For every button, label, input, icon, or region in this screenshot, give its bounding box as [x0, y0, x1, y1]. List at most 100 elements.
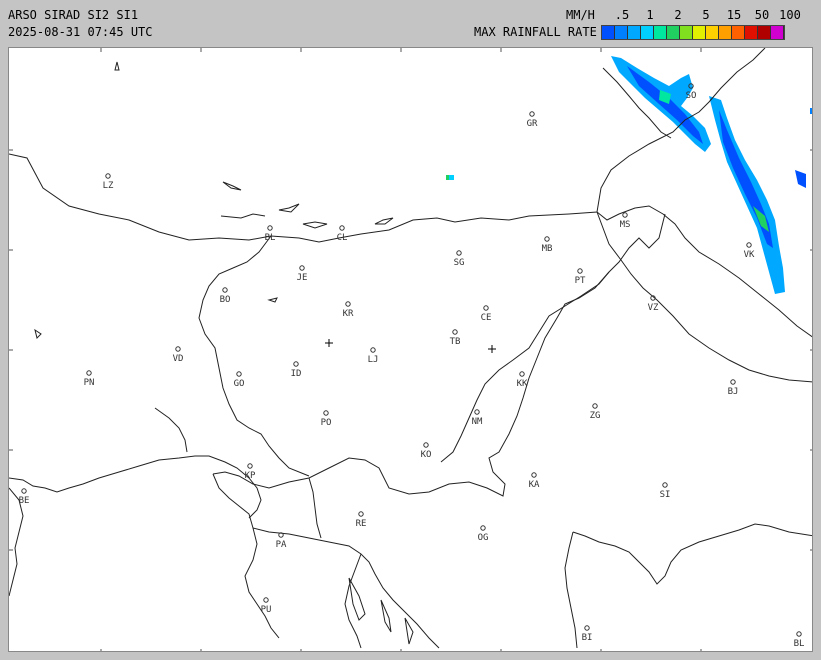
legend-swatch	[758, 26, 771, 39]
place-marker: KP	[245, 463, 256, 481]
map-canvas: SO GR LZ BL CL MS MB SG VK JE PT BO KR CE VZ TB VD LJ PN ID…	[9, 48, 812, 651]
place-label: BO	[220, 295, 231, 305]
place-label: VZ	[648, 303, 659, 313]
legend-swatch	[615, 26, 628, 39]
place-marker: NM	[472, 409, 483, 427]
place-dot	[474, 409, 480, 415]
place-label: PU	[261, 605, 272, 615]
places: SO GR LZ BL CL MS MB SG VK JE PT BO KR CE VZ TB VD LJ PN ID…	[19, 83, 805, 649]
place-label: LZ	[103, 181, 114, 191]
place-label: SI	[660, 490, 671, 500]
place-dot	[519, 371, 525, 377]
place-label: KO	[421, 450, 432, 460]
place-dot	[483, 305, 489, 311]
place-marker: BI	[582, 625, 593, 643]
place-dot	[247, 463, 253, 469]
place-label: BE	[19, 496, 30, 506]
place-marker: PA	[276, 532, 287, 550]
place-label: KA	[529, 480, 540, 490]
place-marker: PN	[84, 370, 94, 388]
place-marker: TB	[450, 329, 461, 347]
place-label: ZG	[590, 411, 601, 421]
place-label: KR	[343, 309, 354, 319]
place-marker: KR	[343, 301, 354, 319]
legend-tick: 1	[646, 8, 654, 22]
legend-tick: 2	[674, 8, 682, 22]
place-dot	[370, 347, 376, 353]
place-dot	[544, 236, 550, 242]
place-marker: SI	[660, 482, 671, 500]
place-marker: BE	[19, 488, 30, 506]
legend-swatch	[693, 26, 706, 39]
place-marker: MS	[620, 212, 630, 230]
legend-swatch	[771, 26, 784, 39]
place-dot	[423, 442, 429, 448]
place-marker: RE	[356, 511, 367, 529]
legend-tick: .5	[614, 8, 630, 22]
legend-swatch	[667, 26, 680, 39]
place-marker: VK	[744, 242, 755, 260]
place-label: PO	[321, 418, 332, 428]
place-marker: PO	[321, 410, 332, 428]
legend-swatch	[628, 26, 641, 39]
legend-swatch	[719, 26, 732, 39]
place-label: ID	[291, 369, 302, 379]
place-dot	[86, 370, 92, 376]
legend-tick: 15	[726, 8, 742, 22]
place-label: CE	[481, 313, 492, 323]
place-dot	[299, 265, 305, 271]
place-label: OG	[478, 533, 489, 543]
place-label: MB	[542, 244, 553, 254]
place-label: BJ	[728, 387, 739, 397]
place-label: BL	[794, 639, 805, 649]
place-dot	[175, 346, 181, 352]
legend-tick: 50	[754, 8, 770, 22]
place-dot	[267, 225, 273, 231]
legend-tick: 100	[779, 8, 801, 22]
place-marker: VZ	[648, 295, 659, 313]
place-dot	[222, 287, 228, 293]
place-marker: JE	[297, 265, 307, 283]
place-label: GR	[527, 119, 538, 129]
radar-map: SO GR LZ BL CL MS MB SG VK JE PT BO KR CE VZ TB VD LJ PN ID…	[8, 47, 813, 652]
place-label: TB	[450, 337, 461, 347]
timestamp: 2025-08-31 07:45 UTC	[8, 25, 153, 39]
place-dot	[480, 525, 486, 531]
place-dot	[452, 329, 458, 335]
legend-swatch	[602, 26, 615, 39]
place-dot	[531, 472, 537, 478]
place-marker: GR	[527, 111, 538, 129]
legend-swatch	[706, 26, 719, 39]
place-marker: MB	[542, 236, 553, 254]
legend-swatch	[680, 26, 693, 39]
place-marker: KA	[529, 472, 540, 490]
rain-echoes	[446, 56, 812, 294]
legend-units: MM/H	[566, 8, 595, 22]
place-label: PA	[276, 540, 287, 550]
place-dot	[730, 379, 736, 385]
place-marker: SG	[454, 250, 464, 268]
place-dot	[236, 371, 242, 377]
place-marker: BL	[265, 225, 275, 243]
place-marker: BJ	[728, 379, 739, 397]
place-dot	[456, 250, 462, 256]
legend-label: MAX RAINFALL RATE	[474, 25, 597, 39]
place-label: PT	[575, 276, 586, 286]
radar-sites	[325, 339, 496, 353]
place-dot	[358, 511, 364, 517]
place-label: KP	[245, 471, 256, 481]
place-marker: PU	[261, 597, 272, 615]
place-marker: BL	[794, 631, 805, 649]
place-marker: LJ	[368, 347, 378, 365]
place-marker: PT	[575, 268, 586, 286]
lakes	[34, 61, 414, 645]
place-label: BI	[582, 633, 593, 643]
place-dot	[662, 482, 668, 488]
place-dot	[746, 242, 752, 248]
place-label: RE	[356, 519, 367, 529]
place-dot	[345, 301, 351, 307]
place-marker: ZG	[590, 403, 601, 421]
place-marker: LZ	[103, 173, 114, 191]
legend-swatch	[732, 26, 745, 39]
legend-swatch	[641, 26, 654, 39]
